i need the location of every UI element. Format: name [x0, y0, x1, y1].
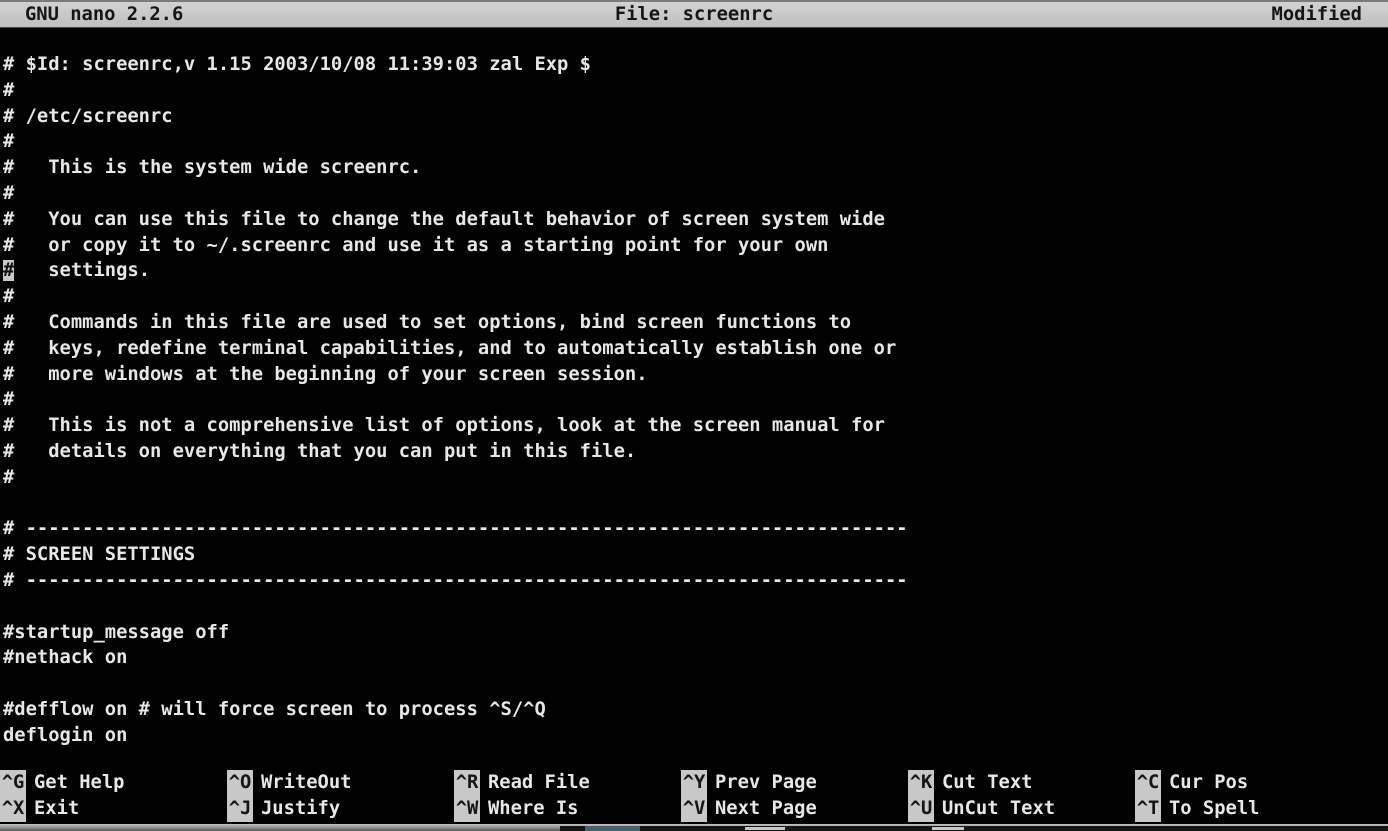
- editor-line[interactable]: #: [3, 129, 1388, 155]
- shortcut-item: ^R Read File: [454, 770, 681, 796]
- editor-line[interactable]: [3, 491, 1388, 517]
- shortcut-key-badge: ^V: [681, 796, 707, 822]
- editor-line[interactable]: [3, 671, 1388, 697]
- shortcut-label: Prev Page: [715, 770, 817, 796]
- editor-line[interactable]: #: [3, 387, 1388, 413]
- shortcut-key-badge: ^T: [1135, 796, 1161, 822]
- window-bottom-edge: [0, 824, 1388, 831]
- editor-line[interactable]: # keys, redefine terminal capabilities, …: [3, 336, 1388, 362]
- shortcut-key-badge: ^J: [227, 796, 253, 822]
- editor-line[interactable]: # /etc/screenrc: [3, 104, 1388, 130]
- shortcut-label: WriteOut: [261, 770, 351, 796]
- editor-line[interactable]: #startup_message off: [3, 620, 1388, 646]
- shortcut-item: ^J Justify: [227, 796, 454, 822]
- shortcut-label: Cut Text: [942, 770, 1032, 796]
- shortcut-item: ^W Where Is: [454, 796, 681, 822]
- shortcut-item: ^K Cut Text: [908, 770, 1135, 796]
- background-patch: [745, 827, 785, 830]
- shortcut-item: ^T To Spell: [1135, 796, 1388, 822]
- shortcut-label: Get Help: [34, 770, 124, 796]
- shortcut-item: ^O WriteOut: [227, 770, 454, 796]
- background-patch: [932, 827, 964, 830]
- editor-line[interactable]: # SCREEN SETTINGS: [3, 542, 1388, 568]
- shortcut-item: ^U UnCut Text: [908, 796, 1135, 822]
- editor-line[interactable]: # This is not a comprehensive list of op…: [3, 413, 1388, 439]
- shortcut-row: ^G Get Help ^O WriteOut ^R Read File ^Y Prev Pa…: [0, 770, 1388, 796]
- shortcut-label: UnCut Text: [942, 796, 1055, 822]
- shortcut-item: ^Y Prev Page: [681, 770, 908, 796]
- shortcut-item: ^V Next Page: [681, 796, 908, 822]
- editor-line[interactable]: # $Id: screenrc,v 1.15 2003/10/08 11:39:…: [3, 52, 1388, 78]
- editor-line[interactable]: # You can use this file to change the de…: [3, 207, 1388, 233]
- editor-line[interactable]: # This is the system wide screenrc.: [3, 155, 1388, 181]
- editor-line[interactable]: # --------------------------------------…: [3, 568, 1388, 594]
- shortcut-label: Next Page: [715, 796, 817, 822]
- file-name-label: File: screenrc: [0, 2, 1388, 28]
- shortcut-key-badge: ^W: [454, 796, 480, 822]
- cursor-block: #: [3, 260, 14, 281]
- modified-badge: Modified: [1272, 2, 1388, 28]
- nano-titlebar: File: screenrc GNU nano 2.2.6 Modified: [0, 0, 1388, 28]
- background-window-sliver: [560, 826, 1388, 831]
- shortcut-row: ^X Exit ^J Justify ^W Where Is ^V Next Page ^U Un…: [0, 796, 1388, 822]
- shortcut-label: Cur Pos: [1169, 770, 1248, 796]
- shortcut-bar: ^G Get Help ^O WriteOut ^R Read File ^Y Prev Pa…: [0, 770, 1388, 824]
- editor-line[interactable]: [3, 594, 1388, 620]
- shortcut-item: ^G Get Help: [0, 770, 227, 796]
- shortcut-key-badge: ^U: [908, 796, 934, 822]
- editor-line[interactable]: # more windows at the beginning of your …: [3, 362, 1388, 388]
- shortcut-key-badge: ^C: [1135, 770, 1161, 796]
- shortcut-key-badge: ^O: [227, 770, 253, 796]
- editor-line[interactable]: #: [3, 465, 1388, 491]
- shortcut-label: Justify: [261, 796, 340, 822]
- terminal-window[interactable]: File: screenrc GNU nano 2.2.6 Modified #…: [0, 0, 1388, 831]
- shortcut-label: To Spell: [1169, 796, 1259, 822]
- editor-line[interactable]: # --------------------------------------…: [3, 516, 1388, 542]
- editor-line[interactable]: #defflow on # will force screen to proce…: [3, 697, 1388, 723]
- shortcut-key-badge: ^X: [0, 796, 26, 822]
- editor-line[interactable]: #: [3, 181, 1388, 207]
- shortcut-item: ^C Cur Pos: [1135, 770, 1388, 796]
- shortcut-key-badge: ^Y: [681, 770, 707, 796]
- shortcut-key-badge: ^G: [0, 770, 26, 796]
- editor-line[interactable]: # details on everything that you can put…: [3, 439, 1388, 465]
- editor-line[interactable]: # settings.: [3, 258, 1388, 284]
- editor-line[interactable]: # or copy it to ~/.screenrc and use it a…: [3, 233, 1388, 259]
- editor-line[interactable]: # Commands in this file are used to set …: [3, 310, 1388, 336]
- editor-line[interactable]: #nethack on: [3, 645, 1388, 671]
- editor-line[interactable]: #: [3, 284, 1388, 310]
- shortcut-label: Read File: [488, 770, 590, 796]
- shortcut-key-badge: ^K: [908, 770, 934, 796]
- background-accent: [585, 826, 640, 831]
- editor-line[interactable]: deflogin on: [3, 723, 1388, 749]
- shortcut-label: Exit: [34, 796, 79, 822]
- editor-buffer[interactable]: # $Id: screenrc,v 1.15 2003/10/08 11:39:…: [0, 28, 1388, 770]
- editor-line[interactable]: #: [3, 78, 1388, 104]
- shortcut-item: ^X Exit: [0, 796, 227, 822]
- shortcut-label: Where Is: [488, 796, 578, 822]
- shortcut-key-badge: ^R: [454, 770, 480, 796]
